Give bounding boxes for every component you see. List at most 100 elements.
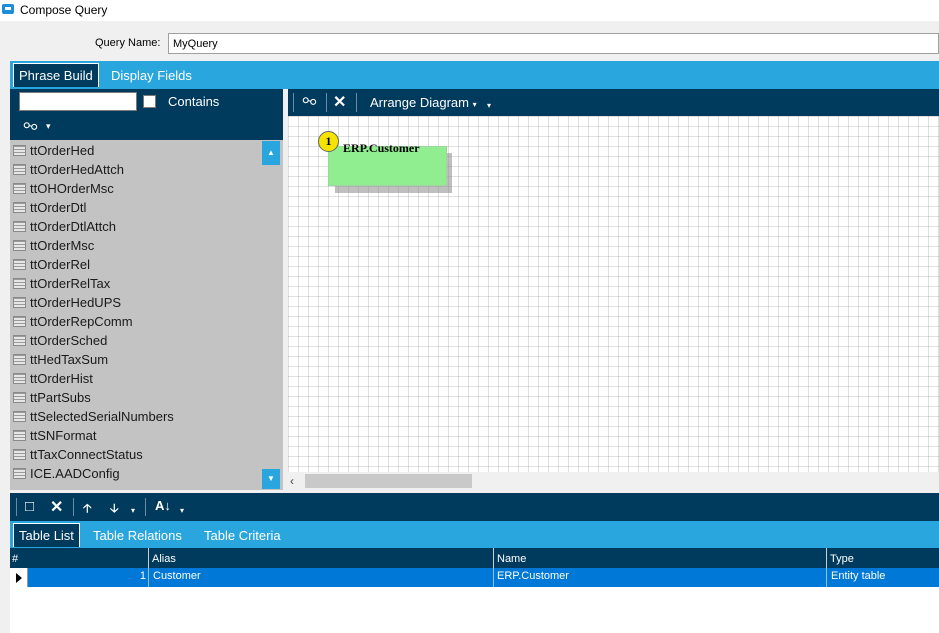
column-separator xyxy=(493,568,494,587)
table-row[interactable]: 1 Customer ERP.Customer Entity table xyxy=(10,568,939,587)
list-item[interactable]: ttOHOrderMsc xyxy=(10,179,265,198)
list-item[interactable]: ttOrderDtl xyxy=(10,198,265,217)
new-document-icon[interactable]: □ xyxy=(25,498,34,515)
list-item[interactable]: ttPartSubs xyxy=(10,388,265,407)
list-item[interactable]: ttOrderHedUPS xyxy=(10,293,265,312)
list-item[interactable]: ttOrderSched xyxy=(10,331,265,350)
dropdown-arrow-icon[interactable]: ▾ xyxy=(131,506,135,515)
query-name-label: Query Name: xyxy=(95,37,161,49)
list-item-label: ttTaxConnectStatus xyxy=(30,447,143,462)
dropdown-arrow-icon[interactable]: ▾ xyxy=(180,506,184,515)
list-item-label: ttSelectedSerialNumbers xyxy=(30,409,174,424)
list-item-label: ttOrderRelTax xyxy=(30,276,111,291)
table-icon xyxy=(13,430,26,441)
tab-table-relations[interactable]: Table Relations xyxy=(93,528,182,543)
list-item-label: ttPartSubs xyxy=(30,390,91,405)
list-item[interactable]: ttOrderHist xyxy=(10,369,265,388)
list-item[interactable]: ttSelectedSerialNumbers xyxy=(10,407,265,426)
list-item[interactable]: ttOrderHed xyxy=(10,141,265,160)
tab-table-list[interactable]: Table List xyxy=(13,523,80,547)
compose-query-window: Compose Query Query Name: Phrase Build D… xyxy=(0,0,939,633)
table-grid-header: # Alias Name Type xyxy=(10,548,939,568)
bottom-tab-strip: Table List Table Relations Table Criteri… xyxy=(10,521,939,548)
scroll-down-button[interactable]: ▼ xyxy=(262,469,280,489)
link-icon[interactable]: ☍ xyxy=(298,90,320,112)
column-header-name[interactable]: Name xyxy=(497,553,526,565)
toolbar-separator xyxy=(293,93,294,112)
query-name-input[interactable] xyxy=(168,33,939,54)
table-list-toolbar: ☍ ▾ xyxy=(10,115,283,140)
app-icon xyxy=(2,4,14,14)
row-type: Entity table xyxy=(831,570,886,582)
list-item[interactable]: ttHedTaxSum xyxy=(10,350,265,369)
scroll-up-button[interactable]: ▲ xyxy=(262,141,280,165)
list-item[interactable]: ttOrderRelTax xyxy=(10,274,265,293)
move-up-icon[interactable]: 🡡 xyxy=(83,499,92,520)
dropdown-arrow-icon[interactable]: ▾ xyxy=(46,121,51,132)
link-icon[interactable]: ☍ xyxy=(19,115,41,137)
tab-table-criteria[interactable]: Table Criteria xyxy=(204,528,281,543)
column-separator xyxy=(148,568,149,587)
list-item-label: ttSNFormat xyxy=(30,428,97,443)
toolbar-separator xyxy=(73,498,74,516)
row-selector-icon[interactable] xyxy=(10,568,28,587)
list-item[interactable]: ttSNFormat xyxy=(10,426,265,445)
table-icon xyxy=(13,240,26,251)
column-separator xyxy=(493,548,494,568)
list-item-label: ICE.AADConfig xyxy=(30,466,120,481)
toolbar-separator xyxy=(145,498,146,516)
column-header-number[interactable]: # xyxy=(12,553,18,565)
scroll-left-icon[interactable]: ‹ xyxy=(290,474,294,488)
row-number: 1 xyxy=(139,570,146,582)
tab-display-fields[interactable]: Display Fields xyxy=(111,68,192,83)
toolbar-separator xyxy=(16,498,17,516)
column-header-type[interactable]: Type xyxy=(830,553,854,565)
list-item[interactable]: ttTaxConnectStatus xyxy=(10,445,265,464)
contains-checkbox[interactable] xyxy=(143,95,156,108)
list-item[interactable]: ttOrderMsc xyxy=(10,236,265,255)
scrollbar-thumb[interactable] xyxy=(305,474,472,488)
table-icon xyxy=(13,145,26,156)
available-tables-list: ttOrderHed ttOrderHedAttch ttOHOrderMsc ttO… xyxy=(10,140,283,490)
table-icon xyxy=(13,392,26,403)
table-icon xyxy=(13,468,26,479)
list-item[interactable]: ttOrderDtlAttch xyxy=(10,217,265,236)
title-bar: Compose Query xyxy=(0,0,939,21)
contains-label: Contains xyxy=(168,94,220,109)
list-item-label: ttOrderHedAttch xyxy=(30,162,124,177)
table-search-input[interactable] xyxy=(19,92,137,111)
dropdown-arrow-icon[interactable]: ▾ xyxy=(487,101,491,110)
sort-az-icon[interactable]: A↓ xyxy=(155,498,171,513)
list-item-label: ttOHOrderMsc xyxy=(30,181,114,196)
list-item[interactable]: ttOrderRel xyxy=(10,255,265,274)
arrange-diagram-button[interactable]: Arrange Diagram ▾ xyxy=(370,95,477,110)
grid-empty-area xyxy=(10,587,939,633)
column-separator xyxy=(826,568,827,587)
table-icon xyxy=(13,183,26,194)
list-item-label: ttOrderRel xyxy=(30,257,90,272)
diagram-toolbar: ☍ ✕ Arrange Diagram ▾ ▾ xyxy=(288,89,939,116)
list-item[interactable]: ttOrderHedAttch xyxy=(10,160,265,179)
list-item-label: ttOrderHedUPS xyxy=(30,295,122,310)
list-item-label: ttOrderDtl xyxy=(30,200,87,215)
table-node-title: ERP.Customer xyxy=(343,141,420,155)
move-down-icon[interactable]: 🡣 xyxy=(110,499,119,520)
list-item[interactable]: ttOrderRepComm xyxy=(10,312,265,331)
table-icon xyxy=(13,221,26,232)
delete-icon[interactable]: ✕ xyxy=(50,497,63,517)
table-icon xyxy=(13,373,26,384)
table-icon xyxy=(13,259,26,270)
table-icon xyxy=(13,278,26,289)
list-item-label: ttHedTaxSum xyxy=(30,352,109,367)
table-icon xyxy=(13,449,26,460)
table-list-scrollbar[interactable]: ▲ ▼ xyxy=(262,140,280,490)
table-icon xyxy=(13,202,26,213)
toolbar-separator xyxy=(326,93,327,112)
delete-icon[interactable]: ✕ xyxy=(333,92,346,112)
list-item[interactable]: ICE.AADConfig xyxy=(10,464,265,483)
row-name: ERP.Customer xyxy=(497,570,569,582)
list-item-label: ttOrderHed xyxy=(30,143,95,158)
row-alias: Customer xyxy=(153,570,201,582)
column-header-alias[interactable]: Alias xyxy=(152,553,176,565)
tab-phrase-build[interactable]: Phrase Build xyxy=(13,63,99,87)
